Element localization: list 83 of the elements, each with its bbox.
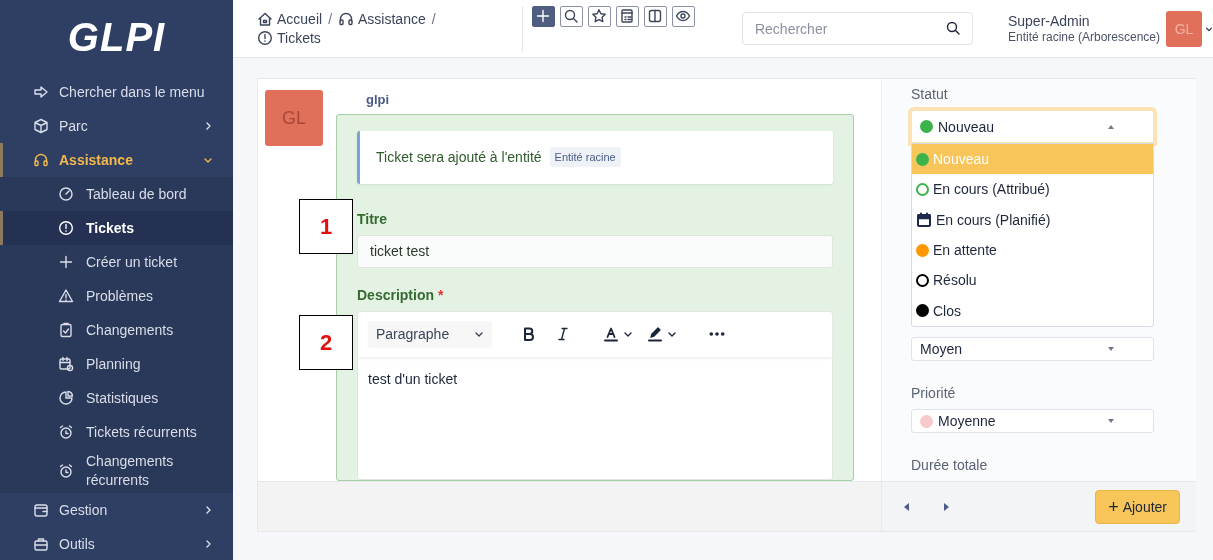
toolbar-button[interactable] — [588, 5, 611, 27]
toolbar-button[interactable] — [616, 5, 639, 27]
columns-icon — [647, 8, 664, 24]
sidebar-item[interactable]: Outils — [0, 527, 233, 560]
menu-search-link[interactable]: Chercher dans le menu — [0, 75, 233, 109]
author-name: glpi — [366, 91, 391, 109]
arrow-right-icon — [33, 84, 49, 100]
headset-icon — [33, 152, 49, 168]
field-label: Statut — [911, 86, 949, 102]
breadcrumb-link[interactable]: Tickets — [257, 28, 321, 48]
more-icon — [709, 331, 725, 338]
sidebar-item[interactable]: Gestion — [0, 493, 233, 527]
field-label: Priorité — [911, 385, 957, 401]
entity-name: Entité racine (Arborescence) — [1007, 29, 1160, 45]
next-icon[interactable] — [941, 501, 951, 512]
layout-icon — [619, 8, 636, 24]
field-label: Titre — [357, 210, 389, 227]
status-select[interactable]: Nouveau — [911, 110, 1154, 143]
gauge-icon — [58, 186, 74, 202]
sidebar-subitem[interactable]: Problèmes — [0, 279, 233, 313]
sidebar-subitem[interactable]: Tickets récurrents — [0, 415, 233, 449]
status-option[interactable]: En cours (Planifié) — [912, 204, 1153, 235]
text-color-icon — [603, 326, 619, 343]
toolbar-button[interactable] — [532, 5, 555, 27]
format-dropdown[interactable]: Paragraphe — [368, 320, 492, 348]
add-button[interactable]: + Ajouter — [1095, 489, 1180, 524]
star-icon — [591, 8, 608, 24]
italic-icon — [555, 326, 571, 343]
briefcase-icon — [33, 536, 49, 552]
urgency-select[interactable]: Moyen — [911, 337, 1154, 361]
sidebar-subitem[interactable]: Tickets — [0, 211, 233, 245]
breadcrumb-link[interactable]: Assistance — [338, 9, 426, 29]
annotation-marker: 2 — [299, 315, 353, 370]
notice-text: Ticket sera ajouté à l'entité — [376, 149, 542, 166]
home-icon — [257, 11, 273, 27]
breadcrumb-separator: / — [328, 9, 333, 29]
status-option[interactable]: En cours (Attribué) — [912, 174, 1153, 205]
toolbar-button[interactable] — [672, 5, 695, 27]
sidebar-item[interactable]: Parc — [0, 109, 233, 143]
required-mark: * — [438, 286, 444, 303]
toolbar-button[interactable] — [644, 5, 667, 27]
pie-chart-icon — [58, 390, 74, 406]
sidebar-subitem[interactable]: Statistiques — [0, 381, 233, 415]
marker-icon — [647, 326, 663, 343]
search-field[interactable]: Rechercher — [741, 12, 973, 45]
calendar-clock-icon — [58, 356, 74, 372]
plus-icon — [58, 254, 74, 270]
search-icon — [563, 8, 580, 24]
sidebar-subitem[interactable]: Planning — [0, 347, 233, 381]
eye-icon — [675, 8, 692, 24]
sidebar-subitem[interactable]: Changements — [0, 313, 233, 347]
clipboard-check-icon — [58, 322, 74, 338]
toolbar-button[interactable] — [560, 5, 583, 27]
sidebar-subitem[interactable]: Changements récurrents — [0, 449, 233, 493]
headset-icon — [338, 11, 355, 27]
field-label: Description — [357, 286, 434, 303]
plus-icon — [535, 8, 552, 24]
warning-icon — [58, 288, 74, 304]
user-name: Super-Admin — [1007, 12, 1091, 29]
sidebar-subitem[interactable]: Créer un ticket — [0, 245, 233, 279]
logo: GLPI — [67, 15, 166, 60]
alert-circle-icon — [257, 30, 273, 46]
description-editor[interactable]: Paragraphe test d'un ticket — [357, 310, 833, 480]
editor-text: test d'un ticket — [367, 369, 459, 389]
priority-select[interactable]: Moyenne — [911, 409, 1154, 433]
status-option[interactable]: Résolu — [912, 265, 1153, 296]
entity-badge: Entité racine — [549, 147, 621, 168]
previous-icon[interactable] — [902, 501, 912, 512]
bold-icon — [521, 326, 537, 343]
status-option[interactable]: En attente — [912, 234, 1153, 266]
breadcrumb-link[interactable]: Accueil — [257, 9, 323, 29]
status-option[interactable]: Clos — [912, 295, 1153, 326]
alarm-clock-icon — [58, 463, 74, 479]
breadcrumb-separator: / — [431, 9, 436, 29]
sidebar-subitem[interactable]: Tableau de bord — [0, 177, 233, 211]
alarm-clock-icon — [58, 424, 74, 440]
cube-icon — [33, 118, 49, 134]
alert-circle-icon — [58, 220, 74, 236]
wallet-icon — [33, 502, 49, 518]
title-field[interactable]: ticket test — [357, 234, 833, 268]
field-label: Durée totale — [911, 457, 989, 473]
search-icon — [944, 20, 961, 36]
annotation-marker: 1 — [299, 199, 353, 254]
